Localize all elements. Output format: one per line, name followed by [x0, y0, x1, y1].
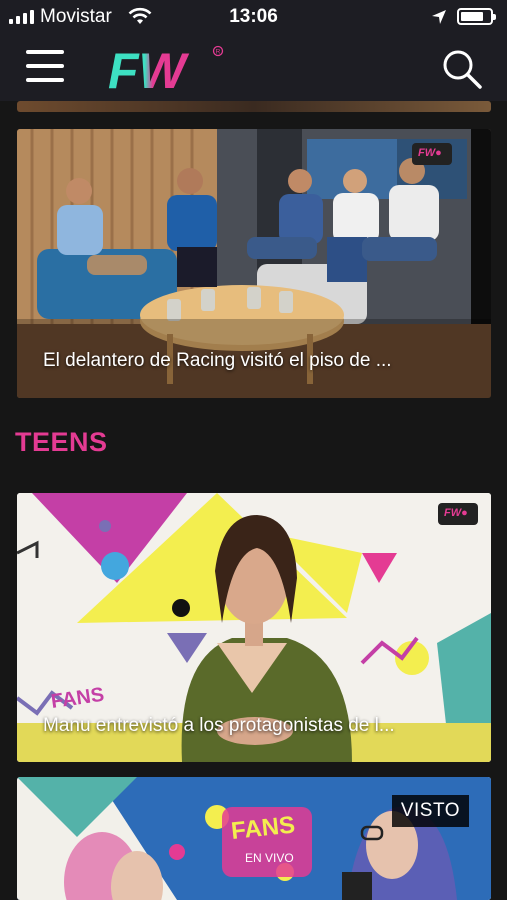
fw-watermark: FW● [438, 503, 478, 525]
video-caption: Manu entrevistó a los protagonistas de l… [43, 715, 395, 736]
app-header: Movistar 13:06 FW R [0, 0, 507, 101]
video-card[interactable]: FANS FW● Manu entrevistó a los protagoni… [17, 493, 491, 762]
svg-text:R: R [216, 49, 221, 56]
fw-watermark: FW● [412, 143, 452, 165]
video-card-partial[interactable] [17, 101, 491, 112]
status-bar: Movistar 13:06 [0, 0, 507, 34]
video-card[interactable]: FW● El delantero de Racing visitó el pis… [17, 129, 491, 398]
svg-text:EN VIVO: EN VIVO [245, 851, 294, 865]
battery-icon [457, 8, 496, 25]
svg-text:FW: FW [108, 43, 190, 94]
video-caption: El delantero de Racing visitó el piso de… [43, 350, 392, 371]
location-arrow-icon [432, 10, 446, 24]
section-title: TEENS [15, 427, 108, 457]
search-icon[interactable] [441, 48, 483, 90]
hamburger-menu-icon[interactable] [26, 50, 64, 82]
fw-logo[interactable]: FW R [108, 42, 226, 94]
watched-badge: VISTO [391, 795, 469, 827]
video-card[interactable]: FANS EN VIVO VISTO [17, 777, 491, 900]
